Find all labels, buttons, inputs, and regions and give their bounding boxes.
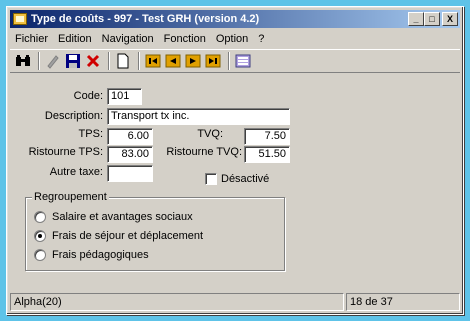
menu-edition[interactable]: Edition — [53, 33, 97, 45]
tps-label: TPS: — [78, 128, 103, 140]
new-document-icon[interactable] — [114, 52, 132, 70]
window-title: Type de coûts - 997 - Test GRH (version … — [31, 13, 260, 25]
toolbar-separator — [38, 52, 40, 70]
regroupement-group: Regroupement Salaire et avantages sociau… — [25, 191, 285, 271]
menu-fichier[interactable]: Fichier — [10, 33, 53, 45]
title-bar[interactable]: Type de coûts - 997 - Test GRH (version … — [10, 10, 460, 28]
code-field[interactable]: 101 — [107, 88, 142, 105]
ristourne-tvq-field[interactable]: 51.50 — [244, 146, 290, 163]
status-field-type: Alpha(20) — [10, 293, 344, 311]
list-view-icon[interactable] — [234, 52, 252, 70]
toolbar-separator — [228, 52, 230, 70]
ristourne-tps-label: Ristourne TPS: — [28, 146, 103, 158]
window-controls: _ □ X — [408, 12, 458, 26]
radio-frais-sejour-label: Frais de séjour et déplacement — [52, 230, 204, 242]
code-label: Code: — [73, 90, 103, 102]
radio-frais-pedagogiques[interactable]: Frais pédagogiques — [34, 249, 149, 261]
status-record-position: 18 de 37 — [346, 293, 460, 311]
tvq-label: TVQ: — [197, 128, 223, 140]
delete-icon[interactable] — [84, 52, 102, 70]
radio-frais-sejour[interactable]: Frais de séjour et déplacement — [34, 230, 203, 242]
desactive-checkbox[interactable]: Désactivé — [205, 173, 269, 185]
desactive-checkbox-box[interactable] — [205, 173, 217, 185]
description-label: Description: — [44, 110, 103, 122]
ristourne-tps-field[interactable]: 83.00 — [107, 146, 153, 163]
radio-frais-pedagogiques-circle[interactable] — [34, 249, 46, 261]
maximize-button[interactable]: □ — [424, 12, 440, 26]
status-bar: Alpha(20) 18 de 37 — [10, 293, 460, 311]
last-record-icon[interactable] — [204, 52, 222, 70]
menu-navigation[interactable]: Navigation — [97, 33, 159, 45]
autre-taxe-field[interactable] — [107, 165, 153, 182]
app-icon — [13, 13, 27, 25]
menu-option[interactable]: Option — [211, 33, 253, 45]
radio-salaire[interactable]: Salaire et avantages sociaux — [34, 211, 193, 223]
save-icon[interactable] — [64, 52, 82, 70]
next-record-icon[interactable] — [184, 52, 202, 70]
radio-frais-sejour-circle[interactable] — [34, 230, 46, 242]
toolbar — [10, 49, 460, 73]
tps-field[interactable]: 6.00 — [107, 128, 153, 145]
minimize-button[interactable]: _ — [408, 12, 424, 26]
app-window: Type de coûts - 997 - Test GRH (version … — [6, 6, 464, 315]
first-record-icon[interactable] — [144, 52, 162, 70]
menu-help[interactable]: ? — [253, 33, 269, 45]
radio-salaire-label: Salaire et avantages sociaux — [52, 211, 193, 223]
ristourne-tvq-label: Ristourne TVQ: — [166, 146, 242, 158]
close-button[interactable]: X — [442, 12, 458, 26]
pencil-icon[interactable] — [44, 52, 62, 70]
menu-fonction[interactable]: Fonction — [159, 33, 211, 45]
previous-record-icon[interactable] — [164, 52, 182, 70]
description-field[interactable]: Transport tx inc. — [107, 108, 290, 125]
toolbar-separator — [138, 52, 140, 70]
autre-taxe-label: Autre taxe: — [49, 166, 103, 178]
radio-salaire-circle[interactable] — [34, 211, 46, 223]
radio-frais-pedagogiques-label: Frais pédagogiques — [52, 249, 149, 261]
binoculars-icon[interactable] — [14, 52, 32, 70]
tvq-field[interactable]: 7.50 — [244, 128, 290, 145]
menu-bar: Fichier Edition Navigation Fonction Opti… — [10, 30, 460, 48]
toolbar-separator — [108, 52, 110, 70]
desactive-label: Désactivé — [221, 173, 270, 185]
regroupement-legend: Regroupement — [32, 191, 109, 203]
